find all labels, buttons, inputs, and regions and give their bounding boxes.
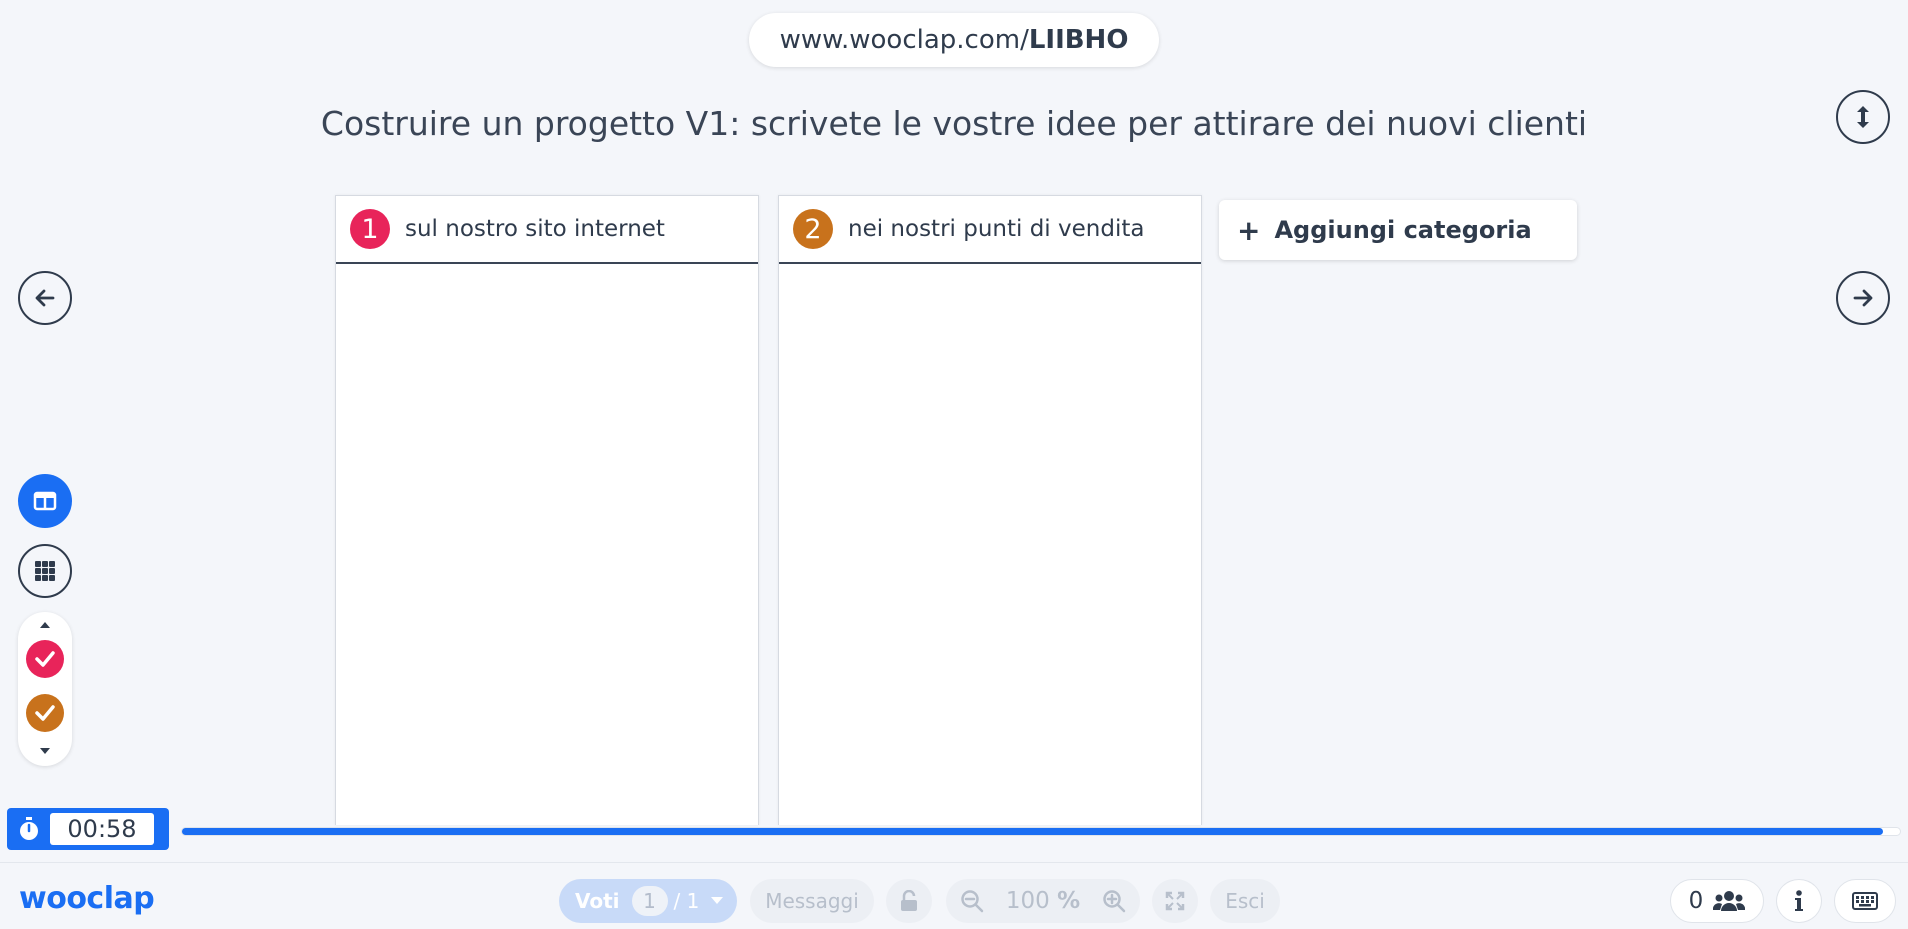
category-header-2: 2 nei nostri punti di vendita: [779, 196, 1201, 264]
category-title-2: nei nostri punti di vendita: [848, 216, 1145, 242]
resize-vertical-icon: [1857, 106, 1869, 128]
previous-question-button[interactable]: [18, 271, 72, 325]
resize-vertical-button[interactable]: [1836, 90, 1890, 144]
columns-view-button[interactable]: [18, 474, 72, 528]
keyboard-icon: [1852, 892, 1878, 910]
plus-icon: +: [1237, 213, 1261, 247]
votes-total: / 1: [673, 889, 700, 913]
participants-count: 0: [1688, 888, 1704, 914]
info-icon: [1795, 890, 1803, 911]
zoom-value: 100: [1005, 888, 1050, 914]
arrow-right-icon: [1853, 289, 1873, 307]
scroll-down-button[interactable]: [18, 740, 72, 762]
timer-progress-bar: [181, 827, 1901, 836]
grid-icon: [35, 561, 55, 581]
check-icon: [35, 705, 55, 721]
timer-progress-fill: [182, 828, 1883, 835]
category-column-2[interactable]: 2 nei nostri punti di vendita: [778, 195, 1202, 825]
messages-button[interactable]: Messaggi: [750, 879, 874, 923]
exit-button[interactable]: Esci: [1210, 879, 1280, 923]
votes-label: Voti: [575, 889, 620, 913]
lock-button[interactable]: [886, 879, 932, 923]
category-1-check[interactable]: [26, 640, 64, 678]
users-icon: [1713, 891, 1746, 911]
check-icon: [35, 651, 55, 667]
timer[interactable]: 00:58: [7, 808, 169, 850]
info-button[interactable]: [1776, 879, 1822, 923]
category-number-2: 2: [793, 209, 833, 249]
fullscreen-button[interactable]: [1152, 879, 1198, 923]
grid-view-button[interactable]: [18, 544, 72, 598]
category-number-1: 1: [350, 209, 390, 249]
fullscreen-icon: [1165, 891, 1185, 911]
zoom-unit: %: [1057, 888, 1081, 914]
wooclap-logo[interactable]: wooclap: [19, 881, 155, 916]
timer-value: 00:58: [50, 813, 154, 845]
add-category-label: Aggiungi categoria: [1274, 216, 1532, 244]
scroll-up-button[interactable]: [18, 614, 72, 636]
next-question-button[interactable]: [1836, 271, 1890, 325]
columns-icon: [33, 491, 57, 511]
category-header-1: 1 sul nostro sito internet: [336, 196, 758, 264]
stopwatch-icon: [20, 817, 38, 840]
url-prefix: www.wooclap.com/: [779, 25, 1029, 55]
session-url: www.wooclap.com/LIIBHO: [749, 13, 1159, 67]
caret-down-icon: [40, 748, 50, 754]
votes-button[interactable]: Voti 1 / 1: [559, 879, 737, 923]
category-column-1[interactable]: 1 sul nostro sito internet: [335, 195, 759, 825]
category-title-1: sul nostro sito internet: [405, 216, 665, 242]
footer-toolbar: wooclap Voti 1 / 1 Messaggi 100 % Esci 0: [0, 862, 1908, 929]
keyboard-shortcuts-button[interactable]: [1834, 879, 1896, 923]
question-title: Costruire un progetto V1: scrivete le vo…: [320, 104, 1588, 143]
zoom-control: 100 %: [946, 879, 1140, 923]
category-scroller: [18, 612, 72, 766]
zoom-out-icon[interactable]: [960, 889, 984, 913]
unlock-icon: [901, 890, 917, 911]
votes-page: 1: [631, 886, 668, 916]
participants-button[interactable]: 0: [1670, 879, 1764, 923]
zoom-in-icon[interactable]: [1102, 889, 1126, 913]
category-2-check[interactable]: [26, 694, 64, 732]
chevron-down-icon: [711, 897, 724, 904]
arrow-left-icon: [35, 289, 55, 307]
add-category-button[interactable]: + Aggiungi categoria: [1219, 200, 1577, 260]
url-code: LIIBHO: [1028, 25, 1129, 55]
caret-up-icon: [40, 622, 50, 628]
